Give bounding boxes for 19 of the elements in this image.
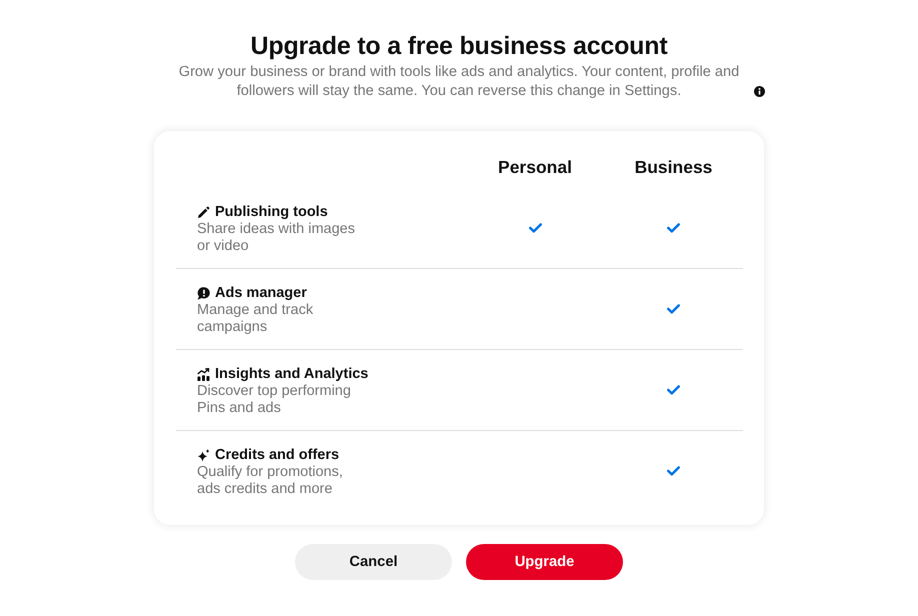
sparkle-icon xyxy=(197,448,210,462)
bar-chart-icon xyxy=(197,368,210,380)
dialog-subtitle: Grow your business or brand with tools like ads and analytics. Your content, profile and followers will stay the same. You can reverse this change in Settings. xyxy=(178,63,740,101)
speech-bubble-alert-icon xyxy=(197,286,210,300)
column-header: Personal xyxy=(498,156,572,179)
upgrade-button[interactable]: Upgrade xyxy=(466,544,623,580)
feature-title: Credits and offers xyxy=(215,446,340,464)
feature-description: Share ideas with images or video xyxy=(197,221,356,255)
feature-title: Ads manager xyxy=(215,284,307,302)
feature-description: Discover top performing Pins and ads xyxy=(197,383,352,417)
dialog-title: Upgrade to a free business account xyxy=(250,31,668,61)
info-icon[interactable] xyxy=(754,86,765,97)
feature-description: Manage and track campaigns xyxy=(197,302,314,336)
feature-title: Publishing tools xyxy=(215,203,328,221)
feature-title: Insights and Analytics xyxy=(215,365,368,383)
column-header: Business xyxy=(634,156,712,179)
cancel-button[interactable]: Cancel xyxy=(295,544,452,580)
feature-description: Qualify for promotions, ads credits and more xyxy=(197,464,344,498)
pencil-icon xyxy=(197,206,210,218)
